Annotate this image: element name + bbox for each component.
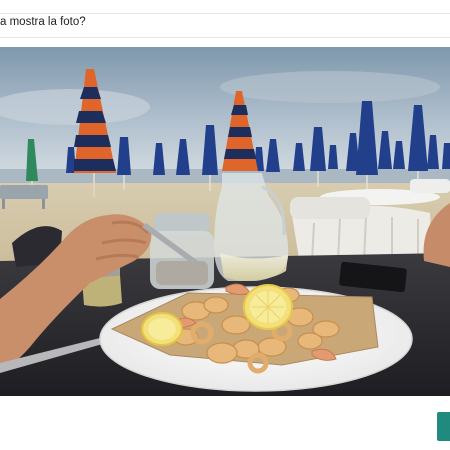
photo-illustration [0,47,450,396]
review-photo[interactable] [0,47,450,396]
top-divider [0,13,450,14]
question-divider [0,37,450,38]
next-button[interactable] [437,412,450,441]
page: a mostra la foto? [0,0,450,450]
photo-question-text: a mostra la foto? [0,16,86,28]
bottom-area [0,396,450,450]
question-bar: a mostra la foto? [0,0,450,47]
